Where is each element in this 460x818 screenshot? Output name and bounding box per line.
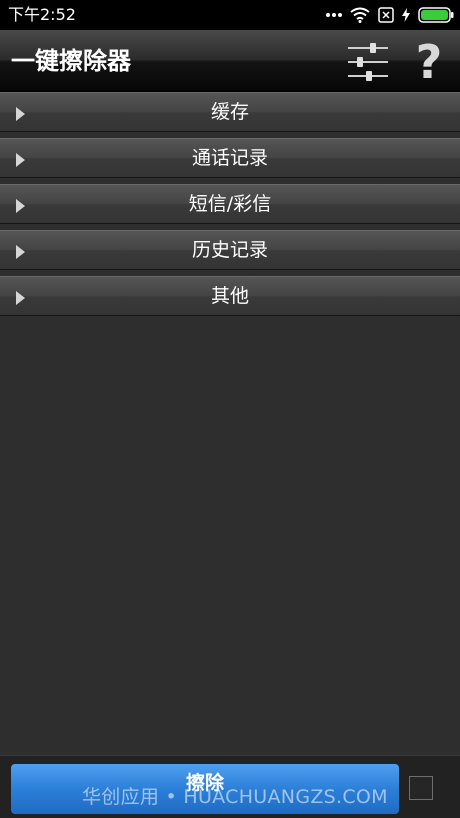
category-item-history[interactable]: 历史记录	[0, 230, 460, 270]
content-area	[0, 318, 460, 755]
help-icon[interactable]: ?	[408, 38, 450, 86]
more-dots-icon	[326, 13, 342, 17]
watermark: 华创应用 • HUACHUANGZS.COM	[82, 786, 388, 808]
no-sim-icon	[378, 7, 394, 23]
battery-icon	[418, 7, 454, 23]
status-time: 下午2:52	[8, 5, 76, 24]
category-label: 通话记录	[191, 147, 268, 169]
category-label: 历史记录	[191, 239, 268, 261]
status-bar: 下午2:52	[0, 0, 460, 30]
category-label: 缓存	[210, 101, 249, 123]
category-label: 其他	[210, 285, 249, 307]
confirm-checkbox[interactable]	[409, 776, 433, 800]
sliders-icon[interactable]	[346, 42, 390, 82]
category-item-other[interactable]: 其他	[0, 276, 460, 316]
category-item-call-log[interactable]: 通话记录	[0, 138, 460, 178]
status-icons	[326, 5, 454, 25]
bottom-bar: 擦除 华创应用 • HUACHUANGZS.COM	[0, 755, 460, 818]
category-label: 短信/彩信	[188, 193, 272, 215]
category-item-cache[interactable]: 缓存	[0, 92, 460, 132]
wifi-icon	[350, 7, 370, 23]
app-header: 一键擦除器	[0, 30, 460, 92]
charging-bolt-icon	[402, 8, 410, 22]
category-item-sms-mms[interactable]: 短信/彩信	[0, 184, 460, 224]
page-title: 一键擦除器	[11, 47, 131, 75]
